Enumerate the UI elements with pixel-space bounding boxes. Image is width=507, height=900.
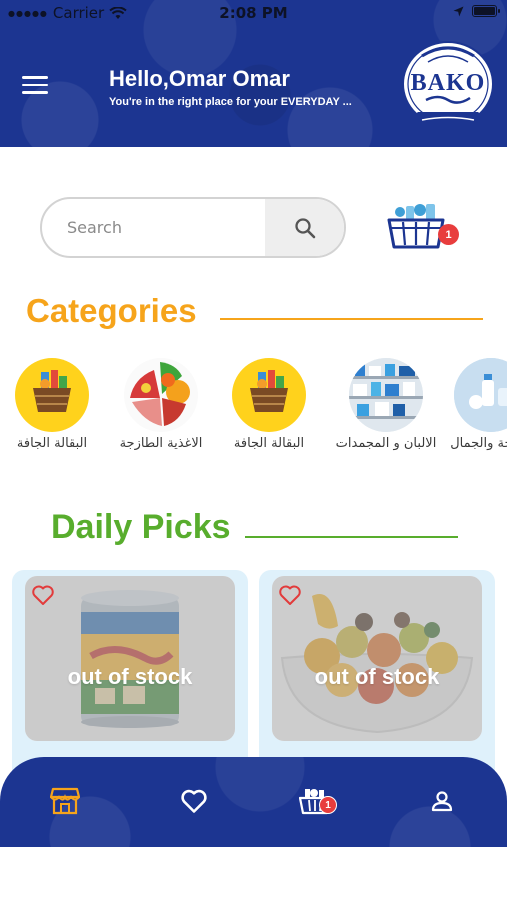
greeting: Hello,Omar Omar You're in the right plac… — [109, 66, 352, 108]
search-bar — [40, 197, 346, 258]
dairy-shelf-icon — [349, 358, 423, 432]
category-label: البقالة الجافة — [233, 436, 305, 451]
search-button[interactable] — [265, 199, 344, 256]
bottom-nav: 1 — [0, 757, 507, 847]
category-label: البقالة الجافة — [16, 436, 88, 451]
daily-picks-title: Daily Picks — [51, 508, 231, 546]
greeting-subtitle: You're in the right place for your EVERY… — [109, 96, 352, 108]
nav-store[interactable] — [49, 785, 81, 817]
cart-icon — [387, 204, 445, 249]
app-header: ●●●●● Carrier 2:08 PM Hello,Omar Omar Yo… — [0, 0, 507, 147]
stock-status: out of stock — [314, 663, 440, 689]
battery-icon — [472, 5, 500, 17]
heart-icon — [181, 789, 207, 813]
category-item[interactable]: البقالة الجافة — [0, 358, 107, 451]
product-image: out of stock — [25, 576, 235, 741]
stock-status: out of stock — [67, 663, 193, 689]
category-item[interactable]: الصحة والجمال — [436, 358, 507, 451]
fresh-food-icon — [124, 358, 198, 432]
location-arrow-icon — [453, 6, 464, 16]
product-card[interactable]: out of stock — [259, 570, 495, 780]
nav-cart-badge: 1 — [319, 796, 337, 814]
status-bar: ●●●●● Carrier 2:08 PM — [0, 0, 507, 26]
categories-divider — [220, 318, 483, 320]
bako-logo: BAKO — [402, 41, 494, 128]
heart-icon[interactable] — [31, 584, 55, 606]
status-right — [453, 5, 500, 17]
categories-list: البقالة الجافة الاغذية الطازجة البقالة ا… — [0, 358, 507, 458]
heart-icon[interactable] — [278, 584, 302, 606]
basket-icon — [15, 358, 89, 432]
nav-profile[interactable] — [426, 785, 458, 817]
profile-icon — [431, 791, 453, 812]
nav-favorites[interactable] — [178, 785, 210, 817]
nav-cart[interactable]: 1 — [293, 785, 337, 817]
menu-button[interactable] — [22, 76, 48, 96]
daily-picks-divider — [245, 536, 458, 538]
category-label: الاغذية الطازجة — [119, 436, 203, 451]
category-item[interactable]: البقالة الجافة — [214, 358, 324, 451]
category-item[interactable]: الاغذية الطازجة — [106, 358, 216, 451]
category-item[interactable]: الالبان و المجمدات — [331, 358, 441, 451]
store-icon — [50, 787, 80, 815]
search-input[interactable] — [42, 199, 268, 256]
status-time: 2:08 PM — [219, 4, 288, 22]
basket-icon — [232, 358, 306, 432]
beauty-icon — [454, 358, 507, 432]
product-overlay: out of stock — [25, 576, 235, 741]
cart-button[interactable]: 1 — [386, 200, 464, 254]
categories-title: Categories — [26, 292, 197, 329]
logo-text: BAKO — [411, 70, 486, 96]
search-icon — [294, 217, 315, 238]
category-label: الالبان و المجمدات — [335, 436, 437, 451]
product-image: out of stock — [272, 576, 482, 741]
product-card[interactable]: out of stock — [12, 570, 248, 780]
greeting-title: Hello,Omar Omar — [109, 66, 290, 91]
product-overlay: out of stock — [272, 576, 482, 741]
cart-count-badge: 1 — [438, 224, 459, 245]
category-label: الصحة والجمال — [450, 436, 507, 451]
